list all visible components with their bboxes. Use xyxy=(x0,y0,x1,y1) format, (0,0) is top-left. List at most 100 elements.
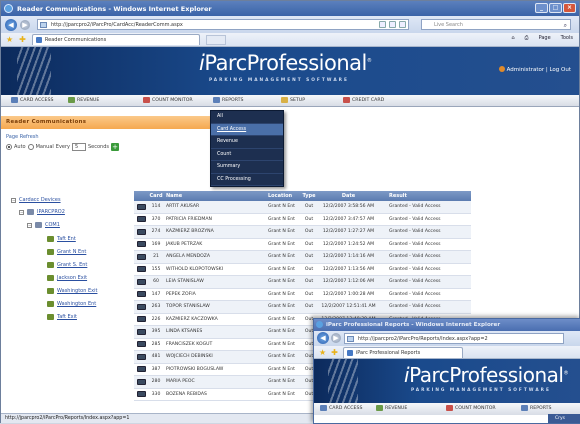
tree-device[interactable]: Washington Ent xyxy=(47,301,96,307)
address-field[interactable]: http://jparcpro2/iParcPro/CardAcc/Reader… xyxy=(37,19,409,30)
device-label[interactable]: Grant N Ent xyxy=(57,249,86,255)
apply-refresh-button[interactable]: + xyxy=(111,143,120,151)
add-favorites-icon[interactable]: ✚ xyxy=(19,35,26,44)
cell-type: Out xyxy=(304,291,314,297)
device-label[interactable]: Washington Ent xyxy=(57,301,96,307)
seconds-input[interactable]: 5 xyxy=(72,143,86,151)
table-row[interactable]: 60 LEIA STANISLAW Grant N Ent Out 12/2/2007 … xyxy=(134,276,471,289)
table-row[interactable]: 370 PATRICIA FRIEDMAN Grant N Ent Out 12/2/2… xyxy=(134,214,471,226)
reports-item-summary[interactable]: Summary xyxy=(211,161,283,174)
collapse-icon[interactable]: − xyxy=(19,209,24,215)
tree-device[interactable]: Jackson Exit xyxy=(47,275,87,281)
tree-device[interactable]: Taft Ent xyxy=(47,236,76,242)
col-type[interactable]: Type xyxy=(302,191,316,201)
row-icon-cell xyxy=(134,276,149,288)
col-location[interactable]: Location xyxy=(268,191,302,201)
tree-server[interactable]: − IPARCPRO2 xyxy=(19,209,65,215)
tools-menu[interactable]: Tools xyxy=(561,35,573,41)
tab-reader-communications[interactable]: Reader Communications xyxy=(31,34,200,45)
menu-revenue[interactable]: REVENUE xyxy=(376,405,407,411)
menu-count-monitor[interactable]: COUNT MONITOR xyxy=(143,97,193,103)
table-row[interactable]: 274 KAZMIERZ BROZYNA Grant N Ent Out 12/2/20… xyxy=(134,226,471,239)
forward-button[interactable]: ▶ xyxy=(331,333,341,343)
minimize-button[interactable]: _ xyxy=(535,3,548,13)
tree-port-label[interactable]: COM1 xyxy=(45,222,60,228)
col-name[interactable]: Name xyxy=(163,191,268,201)
search-icon[interactable]: ⌕ xyxy=(564,21,567,31)
back-button[interactable]: ◀ xyxy=(317,332,329,344)
stop-icon[interactable] xyxy=(399,21,406,28)
col-date[interactable]: Date xyxy=(316,191,381,201)
forward-button[interactable]: ▶ xyxy=(20,19,30,30)
tree-device[interactable]: Taft Exit xyxy=(47,314,77,320)
table-row[interactable]: 21 ANGELA MENDOZA Grant N Ent Out 12/2/2007 … xyxy=(134,251,471,264)
tree-server-label[interactable]: IPARCPRO2 xyxy=(37,209,65,215)
reports-item-card-access[interactable]: Card Access xyxy=(211,123,283,136)
menu-setup[interactable]: SETUP xyxy=(281,97,305,103)
menu-card-access[interactable]: CARD ACCESS xyxy=(320,405,362,411)
device-label[interactable]: Taft Ent xyxy=(57,236,76,242)
home-icon[interactable]: ⌂ xyxy=(511,35,514,41)
tab-reports[interactable]: iParc Professional Reports xyxy=(342,346,463,358)
manual-radio[interactable] xyxy=(27,144,34,150)
col-result[interactable]: Result xyxy=(381,191,471,201)
menu-count-monitor[interactable]: COUNT MONITOR xyxy=(446,405,496,411)
maximize-button[interactable]: □ xyxy=(549,3,562,13)
menu-reports[interactable]: REPORTS xyxy=(213,97,244,103)
table-row[interactable]: 155 WITHOLD KLOPOTOWSKI Grant N Ent Out 12/2… xyxy=(134,264,471,276)
device-icon xyxy=(47,275,54,281)
reports-item-revenue[interactable]: Revenue xyxy=(211,136,283,149)
new-tab-button[interactable] xyxy=(205,34,226,45)
close-button[interactable]: × xyxy=(563,3,576,13)
table-row[interactable]: 147 PEPEK ZOFIA Grant N Ent Out 12/2/2007 1:… xyxy=(134,289,471,301)
device-label[interactable]: Grant S. Ent xyxy=(57,262,87,268)
refresh-icon[interactable] xyxy=(389,21,396,28)
table-row[interactable]: 263 TOPOR STANISLAW Grant N Ent Out 12/2/200… xyxy=(134,301,471,314)
add-favorites-icon[interactable]: ✚ xyxy=(331,348,338,357)
menu-card-access[interactable]: CARD ACCESS xyxy=(11,97,53,103)
reports-item-cc-processing[interactable]: CC Processing xyxy=(211,174,283,186)
tree-port[interactable]: − COM1 xyxy=(27,222,60,228)
back-button[interactable]: ◀ xyxy=(5,18,17,31)
cell-type: Out xyxy=(304,229,314,234)
col-card[interactable]: Card xyxy=(149,191,163,201)
cell-name: PEPEK ZOFIA xyxy=(166,291,196,297)
reports-browser-window[interactable]: iParc Professional Reports - Windows Int… xyxy=(313,318,580,424)
address-toolbar: ◀ ▶ http://jparcpro2/iParcPro/CardAcc/Re… xyxy=(1,16,579,33)
user-links[interactable]: Administrator | Log Out xyxy=(507,67,571,73)
tree-device[interactable]: Grant N Ent xyxy=(47,249,86,255)
tree-root-label[interactable]: Cardacc Devices xyxy=(19,197,61,203)
device-label[interactable]: Taft Exit xyxy=(57,314,77,320)
print-icon[interactable]: ⎙ xyxy=(525,35,529,41)
reports-item-count[interactable]: Count xyxy=(211,149,283,161)
auto-radio[interactable] xyxy=(6,144,12,150)
menu-label: REPORTS xyxy=(222,97,244,103)
taskbar-button[interactable]: Crys xyxy=(548,414,580,423)
search-input[interactable]: Live Search ⌕ xyxy=(421,19,571,30)
tree-device[interactable]: Grant S. Ent xyxy=(47,262,87,268)
menu-credit-card[interactable]: CREDIT CARD xyxy=(343,97,384,103)
reports-item-all[interactable]: All xyxy=(211,111,283,124)
cell-location: Grant N Ent xyxy=(268,329,295,334)
menu-revenue[interactable]: REVENUE xyxy=(68,97,99,103)
dropdown-icon[interactable] xyxy=(379,21,386,28)
table-row[interactable]: 169 JAKUB PETRZAK Grant N Ent Out 12/2/2007 … xyxy=(134,239,471,251)
cell-type: Out xyxy=(304,254,314,259)
device-label[interactable]: Washington Exit xyxy=(57,288,97,294)
cell-card: 274 xyxy=(151,229,161,234)
tree-root[interactable]: − Cardacc Devices xyxy=(11,197,61,203)
table-row[interactable]: 114 ARTIT AKUSAR Grant N Ent Out 12/2/2007 3… xyxy=(134,201,471,214)
logo-main: ParcProfessional xyxy=(204,51,367,75)
page-menu[interactable]: Page xyxy=(539,35,551,41)
reports-address-field[interactable]: http://jparcpro2/iParcPro/Reports/Index.… xyxy=(344,333,564,344)
tree-device[interactable]: Washington Exit xyxy=(47,288,97,294)
device-label[interactable]: Jackson Exit xyxy=(57,275,87,281)
collapse-icon[interactable]: − xyxy=(11,197,16,203)
favorites-star-icon[interactable]: ★ xyxy=(6,35,13,44)
menu-label: CARD ACCESS xyxy=(329,405,363,411)
setup-icon xyxy=(281,97,288,103)
menu-reports[interactable]: REPORTS xyxy=(521,405,552,411)
collapse-icon[interactable]: − xyxy=(27,222,32,228)
favorites-star-icon[interactable]: ★ xyxy=(319,348,326,357)
reports-address-url: http://jparcpro2/iParcPro/Reports/Index.… xyxy=(358,336,488,342)
